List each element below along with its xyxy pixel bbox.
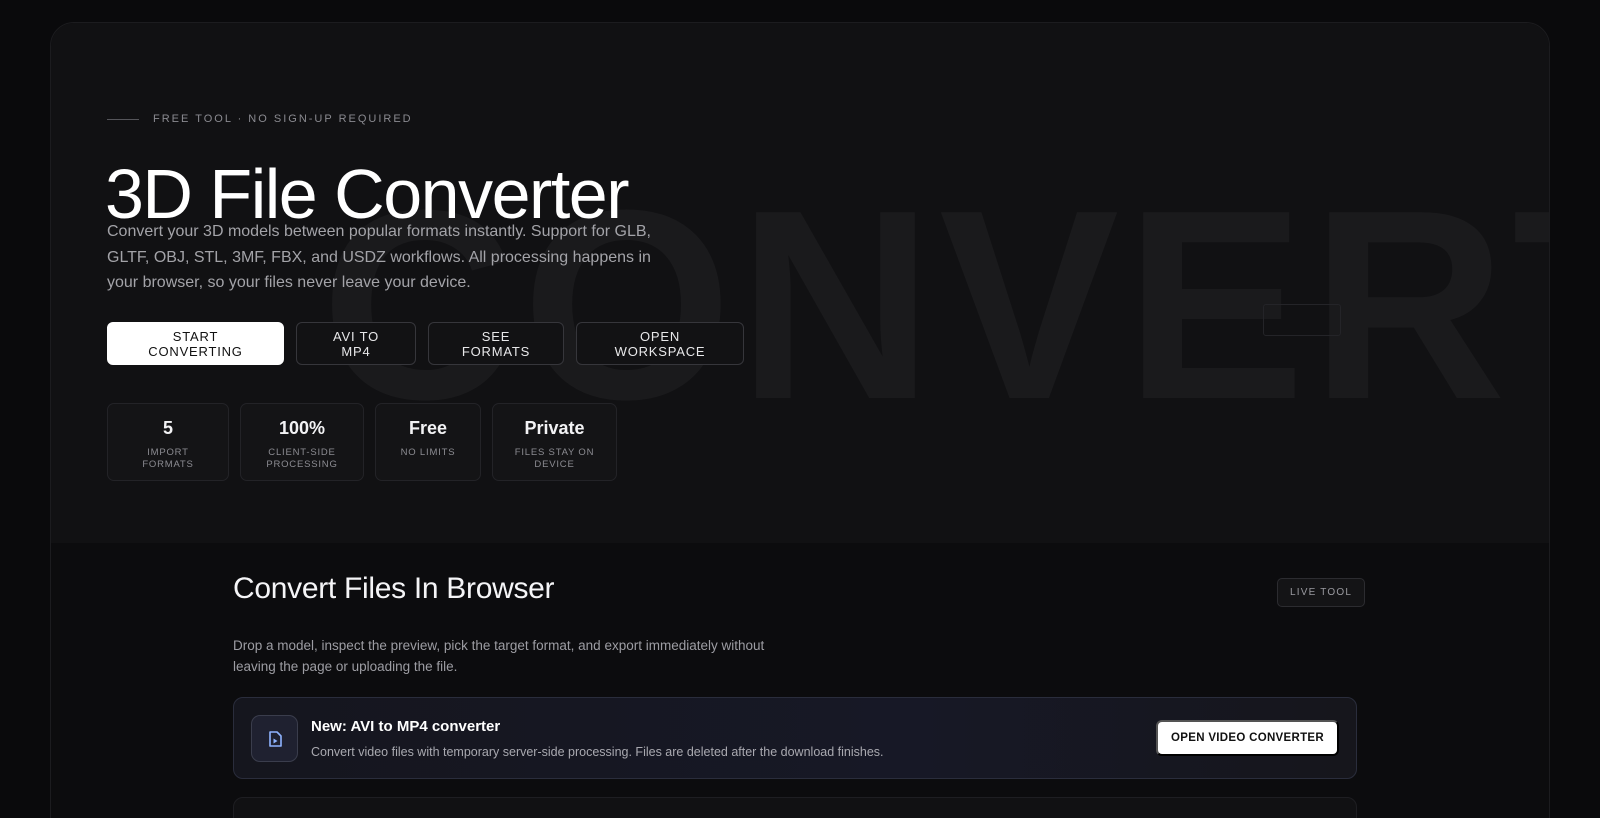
announcement-banner: New: AVI to MP4 converter Convert video … [233,697,1357,779]
banner-description: Convert video files with temporary serve… [311,745,884,759]
stat-card: Free NO LIMITS [375,403,481,481]
live-tool-badge: LIVE TOOL [1277,578,1366,607]
hero-section: CONVERT FREE TOOL · NO SIGN-UP REQUIRED … [51,23,1549,543]
open-workspace-button[interactable]: OPEN WORKSPACE [576,322,744,365]
tool-section-description: Drop a model, inspect the preview, pick … [233,638,765,674]
stat-value: 5 [162,418,173,438]
stat-value: Private [524,418,585,438]
hero-actions: START CONVERTING AVI TO MP4 SEE FORMATS … [107,322,744,365]
stat-card: Private FILES STAY ON DEVICE [492,403,617,481]
stat-value: 100% [278,418,326,438]
avi-to-mp4-button[interactable]: AVI TO MP4 [296,322,416,365]
stat-label: IMPORT FORMATS [142,447,194,470]
stat-label: CLIENT-SIDE PROCESSING [266,447,338,470]
stat-value: Free [408,418,448,438]
background-decoration [1263,304,1341,336]
converter-panel [233,797,1357,818]
eyebrow-line [107,118,139,120]
open-video-converter-button[interactable]: OPEN VIDEO CONVERTER [1156,720,1339,756]
stats-row: 5 IMPORT FORMATS 100% CLIENT-SIDE PROCES… [107,403,617,481]
hero-description: Convert your 3D models between popular f… [107,223,651,291]
video-file-icon [251,715,298,762]
eyebrow-text: FREE TOOL · NO SIGN-UP REQUIRED [153,113,413,125]
banner-title: New: AVI to MP4 converter [311,718,501,735]
tool-section-title: Convert Files In Browser [233,572,555,605]
stat-label: FILES STAY ON DEVICE [514,447,595,470]
page-frame: CONVERT FREE TOOL · NO SIGN-UP REQUIRED … [50,22,1550,818]
start-converting-button[interactable]: START CONVERTING [107,322,284,365]
stat-label: NO LIMITS [400,447,456,458]
stat-card: 100% CLIENT-SIDE PROCESSING [240,403,364,481]
see-formats-button[interactable]: SEE FORMATS [428,322,564,365]
stat-card: 5 IMPORT FORMATS [107,403,229,481]
eyebrow: FREE TOOL · NO SIGN-UP REQUIRED [107,113,413,125]
